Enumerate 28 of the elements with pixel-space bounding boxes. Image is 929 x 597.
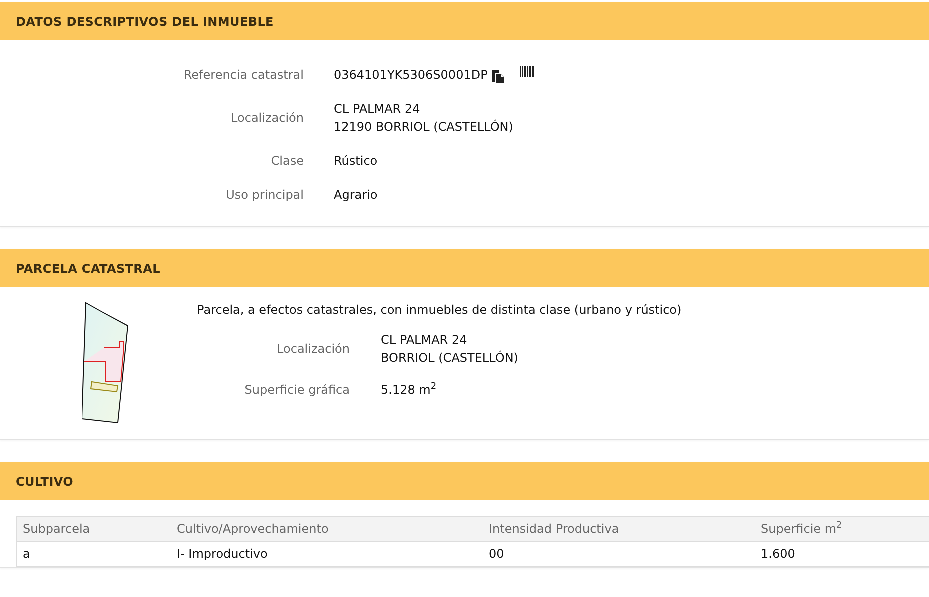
field-value: Agrario: [334, 187, 378, 204]
column-header: Intensidad Productiva: [483, 516, 755, 542]
section-header: DATOS DESCRIPTIVOS DEL INMUEBLE: [0, 2, 929, 40]
field-value: CL PALMAR 24: [381, 332, 468, 349]
field-value: 0364101YK5306S0001DP: [334, 67, 488, 84]
field-value: 12190 BORRIOL (CASTELLÓN): [334, 118, 514, 136]
column-header: Superficie m$^{2}$: [755, 516, 929, 542]
barcode-icon[interactable]: [520, 66, 534, 76]
table-cell: 00: [483, 542, 755, 566]
table-cell: a: [16, 542, 171, 566]
section-header: CULTIVO: [0, 462, 929, 500]
field-value: Rústico: [334, 153, 378, 170]
table-cell: I- Improductivo: [171, 542, 483, 566]
copy-icon[interactable]: [492, 70, 504, 82]
section-header: PARCELA CATASTRAL: [0, 249, 929, 287]
table-cell: 1.600: [755, 542, 929, 566]
field-label: Localización: [276, 342, 350, 358]
field-label: Superficie gráfica: [244, 383, 350, 397]
field-label: Clase: [270, 154, 304, 170]
field-label: Referencia catastral: [182, 68, 304, 84]
field-label: Localización: [230, 111, 304, 127]
parcel-description: Parcela, a efectos catastrales, con inmuebles de distinta clase (urbano y rústico): [197, 303, 682, 317]
field-value: CL PALMAR 24: [334, 101, 422, 118]
field-value: 5.128 m$^{2}$: [381, 381, 437, 399]
column-header: Cultivo/Aprovechamiento: [171, 516, 483, 542]
field-label: Uso principal: [225, 188, 304, 202]
column-header: Subparcela: [16, 516, 171, 542]
field-value: BORRIOL (CASTELLÓN): [381, 350, 518, 367]
